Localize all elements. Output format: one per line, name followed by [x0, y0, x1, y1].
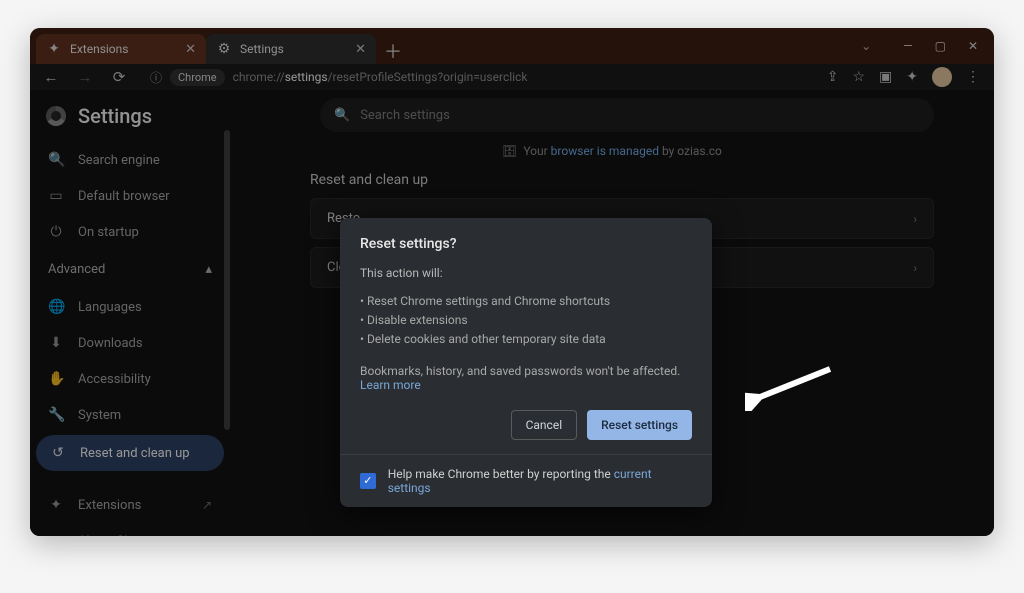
- search-icon: 🔍: [334, 108, 350, 123]
- reset-icon: ↺: [50, 445, 66, 461]
- close-icon[interactable]: ✕: [185, 42, 196, 57]
- sidebar-item-downloads[interactable]: ⬇ Downloads: [30, 325, 230, 361]
- puzzle-icon: ✦: [48, 497, 64, 513]
- sidebar-item-extensions[interactable]: ✦ Extensions ↗: [30, 487, 230, 523]
- bullet-item: Reset Chrome settings and Chrome shortcu…: [360, 292, 692, 311]
- sidebar-item-label: Reset and clean up: [80, 446, 190, 461]
- section-title: Reset and clean up: [230, 172, 994, 198]
- puzzle-icon[interactable]: ✦: [906, 69, 918, 85]
- wrench-icon: 🔧: [48, 407, 64, 423]
- learn-more-link[interactable]: Learn more: [360, 378, 421, 392]
- globe-icon: 🌐: [48, 299, 64, 315]
- bullet-item: Delete cookies and other temporary site …: [360, 330, 692, 349]
- sidebar-item-label: On startup: [78, 225, 139, 240]
- tab-extensions[interactable]: ✦ Extensions ✕: [36, 34, 206, 64]
- info-icon: ⓘ: [150, 69, 162, 86]
- chevron-down-icon[interactable]: ⌄: [861, 39, 871, 53]
- sidebar-group-label: Advanced: [48, 262, 105, 277]
- sidebar-item-label: About Chrome: [78, 534, 161, 537]
- settings-sidebar: Settings 🔍 Search engine ▭ Default brows…: [30, 90, 230, 536]
- sidebar-item-system[interactable]: 🔧 System: [30, 397, 230, 433]
- sidebar-item-label: Extensions: [78, 498, 141, 513]
- toolbar: ← → ⟳ ⓘ Chrome chrome://settings/resetPr…: [30, 64, 994, 90]
- new-tab-button[interactable]: ＋: [380, 38, 406, 64]
- star-icon[interactable]: ☆: [852, 69, 865, 85]
- sidebar-item-label: Downloads: [78, 336, 143, 351]
- search-icon: 🔍: [48, 152, 64, 168]
- browser-icon: ▭: [48, 188, 64, 204]
- search-placeholder: Search settings: [360, 108, 450, 123]
- power-icon: ⏻: [48, 224, 64, 240]
- chevron-up-icon: ▴: [205, 262, 212, 277]
- reload-button[interactable]: ⟳: [106, 64, 132, 90]
- page-title: Settings: [30, 100, 230, 142]
- back-button[interactable]: ←: [38, 64, 64, 90]
- maximize-button[interactable]: ▢: [935, 39, 946, 53]
- briefcase-icon: 🗄: [502, 144, 517, 158]
- dialog-title: Reset settings?: [360, 236, 692, 252]
- chrome-window: ✦ Extensions ✕ ⚙ Settings ✕ ＋ ⌄ — ▢ ✕ ← …: [30, 28, 994, 536]
- share-icon[interactable]: ⇪: [827, 69, 839, 85]
- reset-settings-dialog: Reset settings? This action will: Reset …: [340, 218, 712, 507]
- titlebar: ✦ Extensions ✕ ⚙ Settings ✕ ＋ ⌄ — ▢ ✕: [30, 28, 994, 64]
- toolbar-actions: ⇪ ☆ ▣ ✦ ⋮: [827, 67, 986, 87]
- tab-label: Settings: [240, 42, 284, 56]
- sidebar-item-on-startup[interactable]: ⏻ On startup: [30, 214, 230, 250]
- close-window-button[interactable]: ✕: [968, 39, 978, 53]
- info-icon: ◎: [48, 533, 64, 536]
- menu-icon[interactable]: ⋮: [966, 69, 980, 85]
- chrome-logo-icon: [46, 106, 66, 126]
- sidebar-item-accessibility[interactable]: ✋ Accessibility: [30, 361, 230, 397]
- external-link-icon: ↗: [202, 498, 212, 512]
- cancel-button[interactable]: Cancel: [511, 410, 578, 440]
- sidebar-item-reset[interactable]: ↺ Reset and clean up: [36, 435, 224, 471]
- cast-icon[interactable]: ▣: [879, 69, 892, 85]
- help-checkbox[interactable]: ✓: [360, 473, 376, 489]
- profile-avatar[interactable]: [932, 67, 952, 87]
- sidebar-item-label: Languages: [78, 300, 142, 315]
- gear-icon: ⚙: [216, 41, 232, 57]
- search-settings-input[interactable]: 🔍 Search settings: [320, 98, 934, 132]
- sidebar-item-default-browser[interactable]: ▭ Default browser: [30, 178, 230, 214]
- puzzle-icon: ✦: [46, 41, 62, 57]
- help-text: Help make Chrome better by reporting the…: [388, 467, 692, 495]
- close-icon[interactable]: ✕: [355, 42, 366, 57]
- dialog-not-affected: Bookmarks, history, and saved passwords …: [360, 364, 692, 392]
- minimize-button[interactable]: —: [903, 39, 912, 53]
- bullet-item: Disable extensions: [360, 311, 692, 330]
- dialog-footer: ✓ Help make Chrome better by reporting t…: [340, 454, 712, 507]
- chevron-right-icon: ›: [913, 261, 917, 275]
- reset-settings-button[interactable]: Reset settings: [587, 410, 692, 440]
- sidebar-item-search-engine[interactable]: 🔍 Search engine: [30, 142, 230, 178]
- sidebar-item-label: Search engine: [78, 153, 160, 168]
- managed-banner: 🗄 Your browser is managed by ozias.co: [230, 144, 994, 158]
- sidebar-item-languages[interactable]: 🌐 Languages: [30, 289, 230, 325]
- tab-settings[interactable]: ⚙ Settings ✕: [206, 34, 376, 64]
- tab-strip: ✦ Extensions ✕ ⚙ Settings ✕ ＋: [36, 28, 406, 64]
- forward-button[interactable]: →: [72, 64, 98, 90]
- sidebar-item-label: Accessibility: [78, 372, 151, 387]
- tab-label: Extensions: [70, 42, 128, 56]
- managed-link[interactable]: browser is managed: [551, 144, 659, 158]
- url-text: chrome://settings/resetProfileSettings?o…: [233, 70, 528, 84]
- sidebar-item-label: Default browser: [78, 189, 170, 204]
- dialog-bullets: Reset Chrome settings and Chrome shortcu…: [360, 292, 692, 350]
- address-bar[interactable]: ⓘ Chrome chrome://settings/resetProfileS…: [140, 64, 819, 90]
- sidebar-item-label: System: [78, 408, 121, 423]
- download-icon: ⬇: [48, 335, 64, 351]
- site-chip: Chrome: [170, 69, 225, 86]
- dialog-subtitle: This action will:: [360, 266, 692, 280]
- chevron-right-icon: ›: [913, 212, 917, 226]
- window-controls: ⌄ — ▢ ✕: [861, 39, 988, 53]
- sidebar-group-advanced[interactable]: Advanced ▴: [30, 250, 230, 289]
- sidebar-item-about[interactable]: ◎ About Chrome: [30, 523, 230, 536]
- accessibility-icon: ✋: [48, 371, 64, 387]
